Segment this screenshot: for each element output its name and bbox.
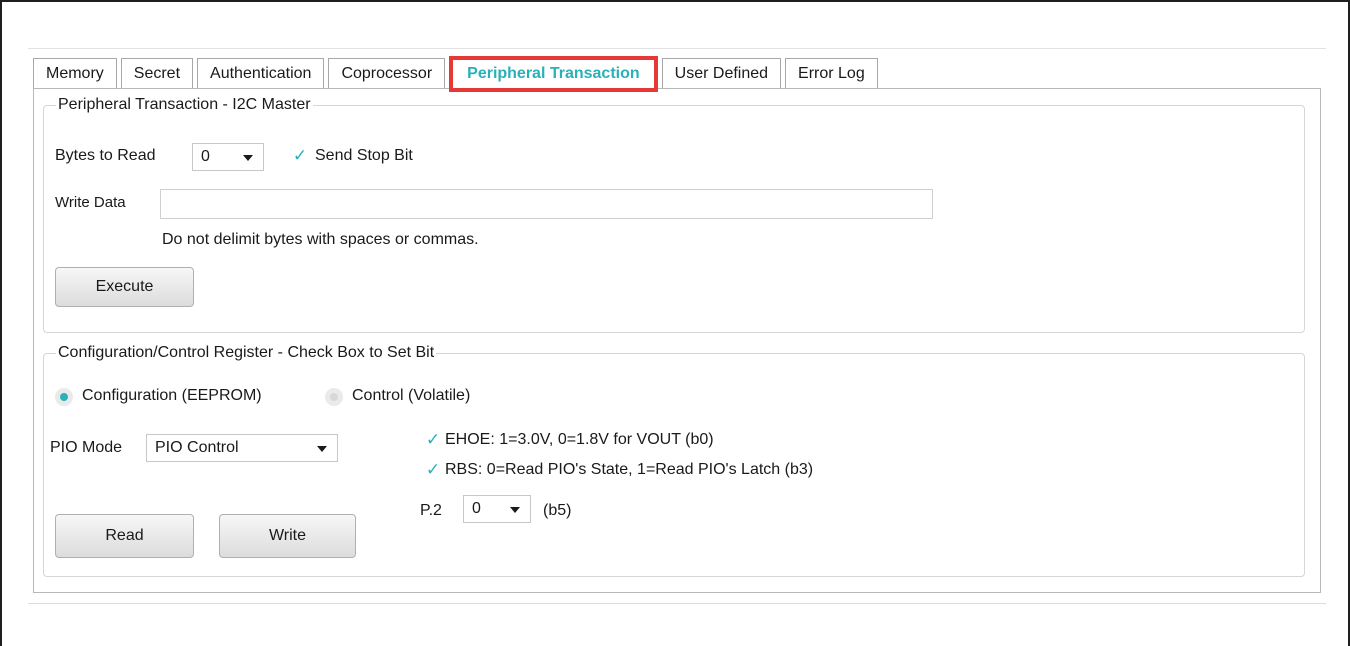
bytes-to-read-value: 0 — [201, 148, 210, 165]
group-title: Peripheral Transaction - I2C Master — [58, 96, 311, 113]
pio-mode-label: PIO Mode — [50, 439, 123, 456]
rbs-label: RBS: 0=Read PIO's State, 1=Read PIO's La… — [445, 461, 814, 478]
write-data-hint: Do not delimit bytes with spaces or comm… — [162, 231, 479, 248]
tab-page-peripheral-transaction: Peripheral Transaction - I2C Master Byte… — [33, 88, 1321, 593]
group-title: Configuration/Control Register - Check B… — [58, 344, 435, 361]
configuration-radio[interactable] — [55, 388, 73, 406]
chevron-down-icon — [243, 155, 253, 161]
tab-coprocessor[interactable]: Coprocessor — [328, 58, 446, 88]
tab-label: Memory — [46, 64, 104, 82]
tab-label: Authentication — [210, 64, 312, 82]
send-stop-bit-checkbox[interactable]: ✓ — [292, 147, 308, 164]
read-button[interactable]: Read — [55, 514, 194, 558]
pio-mode-value: PIO Control — [155, 439, 239, 456]
write-data-input[interactable] — [160, 189, 933, 219]
control-radio[interactable] — [325, 388, 343, 406]
write-data-label: Write Data — [55, 194, 126, 211]
tab-label: Peripheral Transaction — [467, 65, 640, 82]
chevron-down-icon — [317, 446, 327, 452]
bytes-to-read-dropdown[interactable]: 0 — [192, 143, 264, 171]
send-stop-bit-label: Send Stop Bit — [315, 147, 413, 164]
tab-memory[interactable]: Memory — [33, 58, 117, 88]
tab-label: Error Log — [798, 64, 865, 82]
ehoe-checkbox[interactable]: ✓ — [425, 431, 441, 448]
configuration-radio-label: Configuration (EEPROM) — [82, 387, 262, 404]
rbs-checkbox[interactable]: ✓ — [425, 461, 441, 478]
tab-authentication[interactable]: Authentication — [197, 58, 325, 88]
pio-mode-dropdown[interactable]: PIO Control — [146, 434, 338, 462]
tab-user-defined[interactable]: User Defined — [661, 58, 782, 88]
tab-label: Secret — [133, 64, 181, 82]
execute-button[interactable]: Execute — [55, 267, 194, 307]
tab-label: User Defined — [674, 64, 769, 82]
ehoe-label: EHOE: 1=3.0V, 0=1.8V for VOUT (b0) — [445, 431, 714, 448]
tab-error-log[interactable]: Error Log — [785, 58, 878, 88]
p2-dropdown[interactable]: 0 — [463, 495, 531, 523]
p2-label: P.2 — [420, 502, 442, 519]
tab-strip: Memory Secret Authentication Coprocessor… — [33, 56, 882, 92]
p2-value: 0 — [472, 500, 481, 517]
tab-secret[interactable]: Secret — [120, 58, 194, 88]
tab-peripheral-transaction[interactable]: Peripheral Transaction — [449, 56, 658, 92]
p2-bit-label: (b5) — [543, 502, 572, 519]
write-button[interactable]: Write — [219, 514, 356, 558]
tab-label: Coprocessor — [341, 64, 433, 82]
chevron-down-icon — [510, 507, 520, 513]
bytes-to-read-label: Bytes to Read — [55, 147, 156, 164]
control-radio-label: Control (Volatile) — [352, 387, 471, 404]
